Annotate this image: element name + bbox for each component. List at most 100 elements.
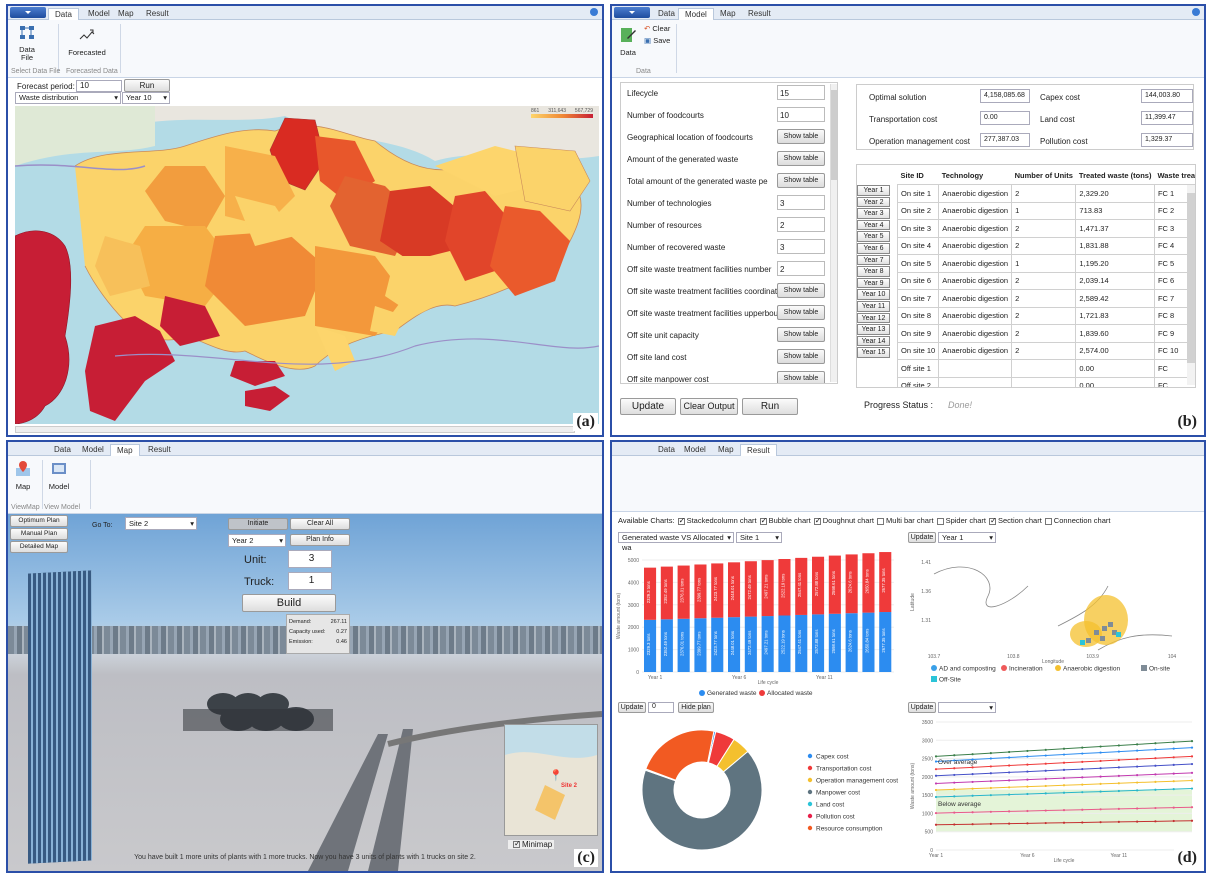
initiate-button[interactable]: Initiate xyxy=(228,518,288,530)
tab-model[interactable]: Model xyxy=(678,8,714,20)
year-button[interactable]: Year 5 xyxy=(857,231,890,242)
plan-mode-button[interactable]: Optimum Plan xyxy=(10,515,68,527)
clear-output-button[interactable]: Clear Output xyxy=(680,398,738,415)
tab-data[interactable]: Data xyxy=(48,444,77,456)
tab-model[interactable]: Model xyxy=(678,444,712,456)
tab-data[interactable]: Data xyxy=(48,8,79,20)
param-value-input[interactable]: 3 xyxy=(777,239,825,254)
app-menu-button[interactable] xyxy=(10,7,46,18)
update-section-button[interactable]: Update xyxy=(908,702,936,713)
year-select[interactable]: Year 10 xyxy=(122,92,170,104)
param-value-input[interactable]: 2 xyxy=(777,261,825,276)
param-value-input[interactable]: 3 xyxy=(777,195,825,210)
tab-result[interactable]: Result xyxy=(740,444,777,456)
year-button[interactable]: Year 1 xyxy=(857,185,890,196)
hide-plan-button[interactable]: Hide plan xyxy=(678,702,714,713)
year-button[interactable]: Year 8 xyxy=(857,266,890,277)
tab-data[interactable]: Data xyxy=(652,444,681,456)
tab-map[interactable]: Map xyxy=(110,444,140,456)
forecasted-button[interactable]: Forecasted xyxy=(64,26,110,57)
tab-map[interactable]: Map xyxy=(714,8,742,20)
save-button[interactable]: ▣ Save xyxy=(644,36,670,45)
show-table-button[interactable]: Show table xyxy=(777,349,825,364)
clear-button[interactable]: ↶ Clear xyxy=(644,24,670,33)
data-file-button[interactable]: Data File xyxy=(12,24,42,62)
year-button[interactable]: Year 4 xyxy=(857,219,890,231)
year-button[interactable]: Year 7 xyxy=(857,254,890,266)
tab-data[interactable]: Data xyxy=(652,8,681,20)
bubble-year-select[interactable]: Year 1 xyxy=(938,532,996,543)
show-table-button[interactable]: Show table xyxy=(777,283,825,298)
year-button[interactable]: Year 10 xyxy=(857,289,890,300)
site-select[interactable]: Site 1 xyxy=(736,532,782,543)
update-button[interactable]: Update xyxy=(620,398,676,415)
chart-checkbox[interactable] xyxy=(877,517,885,525)
map-view[interactable]: 861 311,643 567,729 xyxy=(15,106,599,424)
3d-scene[interactable]: Optimum Plan Manual Plan Detailed Map Go T… xyxy=(8,514,602,871)
run-button[interactable]: Run xyxy=(124,79,170,92)
year-button[interactable]: Year 14 xyxy=(857,335,890,347)
tab-map[interactable]: Map xyxy=(712,444,740,456)
chart-option[interactable]: Multi bar chart xyxy=(874,516,934,525)
chart-option[interactable]: Connection chart xyxy=(1042,516,1110,525)
truck-input[interactable]: 1 xyxy=(288,572,332,590)
year-select[interactable]: Year 2 xyxy=(228,534,286,547)
distribution-select[interactable]: Waste distribution xyxy=(15,92,121,104)
help-icon[interactable] xyxy=(590,8,598,16)
chart-checkbox[interactable] xyxy=(989,516,997,525)
app-menu-button[interactable] xyxy=(614,7,650,18)
year-button[interactable]: Year 15 xyxy=(857,347,890,358)
year-button[interactable]: Year 11 xyxy=(857,301,890,312)
chart-checkbox[interactable] xyxy=(759,516,767,525)
param-value-input[interactable]: 15 xyxy=(777,85,825,100)
year-button[interactable]: Year 6 xyxy=(857,243,890,254)
param-scrollbar[interactable] xyxy=(830,84,837,382)
tab-result[interactable]: Result xyxy=(742,8,777,20)
run-model-button[interactable]: Run xyxy=(742,398,798,415)
help-icon[interactable] xyxy=(1192,8,1200,16)
chart-option[interactable]: Doughnut chart xyxy=(811,516,874,525)
show-table-button[interactable]: Show table xyxy=(777,327,825,342)
section-select[interactable] xyxy=(938,702,996,713)
plan-info-button[interactable]: Plan Info xyxy=(290,534,350,546)
minimap-checkbox[interactable] xyxy=(513,839,521,849)
year-button[interactable]: Year 12 xyxy=(857,312,890,324)
year-button[interactable]: Year 13 xyxy=(857,324,890,335)
tab-map[interactable]: Map xyxy=(112,8,140,20)
chart-checkbox[interactable] xyxy=(813,516,821,525)
chart-option[interactable]: Section chart xyxy=(986,516,1042,525)
chart-option[interactable]: Stackedcolumn chart xyxy=(675,516,757,525)
param-value-input[interactable]: 10 xyxy=(777,107,825,122)
plan-mode-button[interactable]: Manual Plan xyxy=(10,528,68,540)
chart-option[interactable]: Spider chart xyxy=(934,516,986,525)
chart-checkbox[interactable] xyxy=(1044,517,1052,525)
goto-site-select[interactable]: Site 2 xyxy=(125,517,197,530)
show-table-button[interactable]: Show table xyxy=(777,151,825,166)
show-table-button[interactable]: Show table xyxy=(777,173,825,188)
update-doughnut-button[interactable]: Update xyxy=(618,702,646,713)
build-button[interactable]: Build xyxy=(242,594,336,612)
data-button[interactable]: Data xyxy=(616,26,640,57)
chart-option[interactable]: Bubble chart xyxy=(757,516,811,525)
tab-result[interactable]: Result xyxy=(142,444,177,456)
model-button[interactable]: Model xyxy=(46,460,72,491)
doughnut-value-input[interactable]: 0 xyxy=(648,702,674,713)
update-bubble-button[interactable]: Update xyxy=(908,532,936,543)
year-button[interactable]: Year 9 xyxy=(857,277,890,289)
forecast-period-input[interactable]: 10 xyxy=(76,80,122,92)
show-table-button[interactable]: Show table xyxy=(777,371,825,383)
tab-model[interactable]: Model xyxy=(82,8,116,20)
tab-model[interactable]: Model xyxy=(76,444,110,456)
year-button[interactable]: Year 3 xyxy=(857,208,890,219)
clear-all-button[interactable]: Clear All xyxy=(290,518,350,530)
unit-input[interactable]: 3 xyxy=(288,550,332,568)
show-table-button[interactable]: Show table xyxy=(777,305,825,320)
table-scrollbar[interactable] xyxy=(1187,185,1195,385)
map-button[interactable]: Map xyxy=(12,460,34,491)
show-table-button[interactable]: Show table xyxy=(777,129,825,144)
plan-mode-button[interactable]: Detailed Map xyxy=(10,541,68,553)
chart-data-select[interactable]: Generated waste VS Allocated wa xyxy=(618,532,734,552)
minimap-toggle[interactable]: Minimap xyxy=(508,839,555,849)
minimap[interactable]: 📍 Site 2 xyxy=(504,724,598,836)
tab-result[interactable]: Result xyxy=(140,8,175,20)
